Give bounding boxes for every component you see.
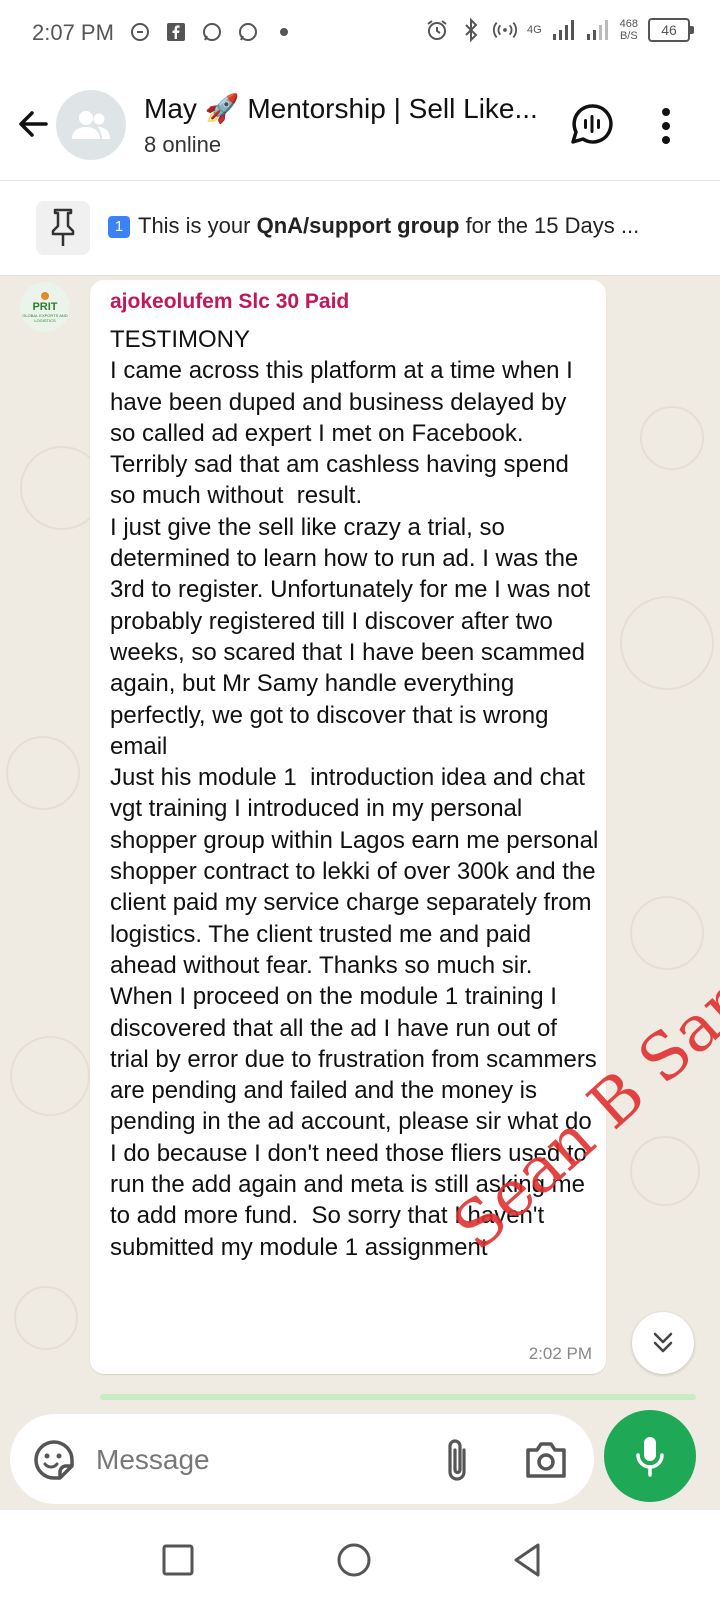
threads-icon <box>128 20 152 44</box>
wallpaper-doodle <box>630 1136 700 1206</box>
sender-name[interactable]: ajokeolufem Slc 30 Paid <box>110 290 349 314</box>
alarm-icon <box>425 18 449 42</box>
attachment-paperclip-icon[interactable] <box>442 1436 472 1484</box>
chat-header: May 🚀 Mentorship | Sell Like... 8 online <box>0 72 720 181</box>
system-icons: 4G 468 B/S 46 <box>425 18 694 42</box>
wallpaper-doodle <box>10 1036 90 1116</box>
online-count: 8 online <box>144 132 222 157</box>
message-timestamp: 2:02 PM <box>528 1344 592 1363</box>
voice-chat-icon[interactable] <box>570 102 614 146</box>
hotspot-icon <box>492 18 517 42</box>
message-text: TESTIMONY I came across this platform at… <box>110 326 599 1261</box>
wallpaper-doodle <box>620 596 714 690</box>
back-triangle-icon[interactable] <box>508 1540 548 1580</box>
chat-title[interactable]: May 🚀 Mentorship | Sell Like... <box>144 92 554 125</box>
signal-icon <box>552 18 576 42</box>
number-one-emoji: 1 <box>108 216 130 238</box>
wallpaper-doodle <box>640 406 704 470</box>
wallpaper-doodle <box>6 736 80 810</box>
message-input-box[interactable] <box>10 1414 594 1504</box>
message-input[interactable] <box>94 1436 428 1484</box>
sticker-emoji-icon[interactable] <box>32 1438 76 1482</box>
scroll-to-bottom-button[interactable] <box>632 1312 694 1374</box>
wallpaper-doodle <box>14 1286 78 1350</box>
battery-indicator: 46 <box>648 18 694 42</box>
whatsapp-icon <box>200 20 224 44</box>
more-options-icon[interactable] <box>660 106 672 146</box>
status-bar: 2:07 PM 4G 468 B/S 46 <box>0 0 720 72</box>
recent-apps-square-icon[interactable] <box>158 1540 198 1580</box>
voice-record-button[interactable] <box>604 1410 696 1502</box>
new-message-indicator <box>100 1394 696 1400</box>
facebook-icon <box>164 20 188 44</box>
group-icon <box>72 111 110 139</box>
microphone-icon <box>636 1437 664 1477</box>
notification-icons <box>128 20 296 44</box>
pinned-message-text: 1 This is your QnA/support group for the … <box>108 213 698 239</box>
chat-area[interactable]: PRIT GLOBAL EXPORTS AND LOGISTICS ajokeo… <box>0 276 720 1406</box>
more-notifications-dot-icon <box>272 20 296 44</box>
pinned-message-bar[interactable]: 1 This is your QnA/support group for the … <box>0 181 720 276</box>
network-type: 4G <box>526 24 542 36</box>
pin-icon <box>51 208 75 246</box>
message-bubble[interactable]: ajokeolufem Slc 30 Paid TESTIMONY I came… <box>90 280 606 1374</box>
pin-icon-box <box>36 201 90 255</box>
signal-2-icon <box>586 18 610 42</box>
message-composer <box>0 1406 720 1510</box>
double-chevron-down-icon <box>653 1332 673 1353</box>
system-navigation-bar <box>0 1510 720 1602</box>
whatsapp-business-icon <box>236 20 260 44</box>
net-speed: 468 B/S <box>619 18 638 42</box>
status-time: 2:07 PM <box>32 20 114 45</box>
home-circle-icon[interactable] <box>334 1540 374 1580</box>
logo-emblem-icon <box>41 292 49 300</box>
back-arrow-icon[interactable] <box>14 104 54 144</box>
bluetooth-icon <box>459 18 483 42</box>
group-avatar[interactable] <box>56 90 126 160</box>
sender-avatar[interactable]: PRIT GLOBAL EXPORTS AND LOGISTICS <box>20 282 70 332</box>
wallpaper-doodle <box>630 896 704 970</box>
camera-icon[interactable] <box>524 1440 568 1480</box>
